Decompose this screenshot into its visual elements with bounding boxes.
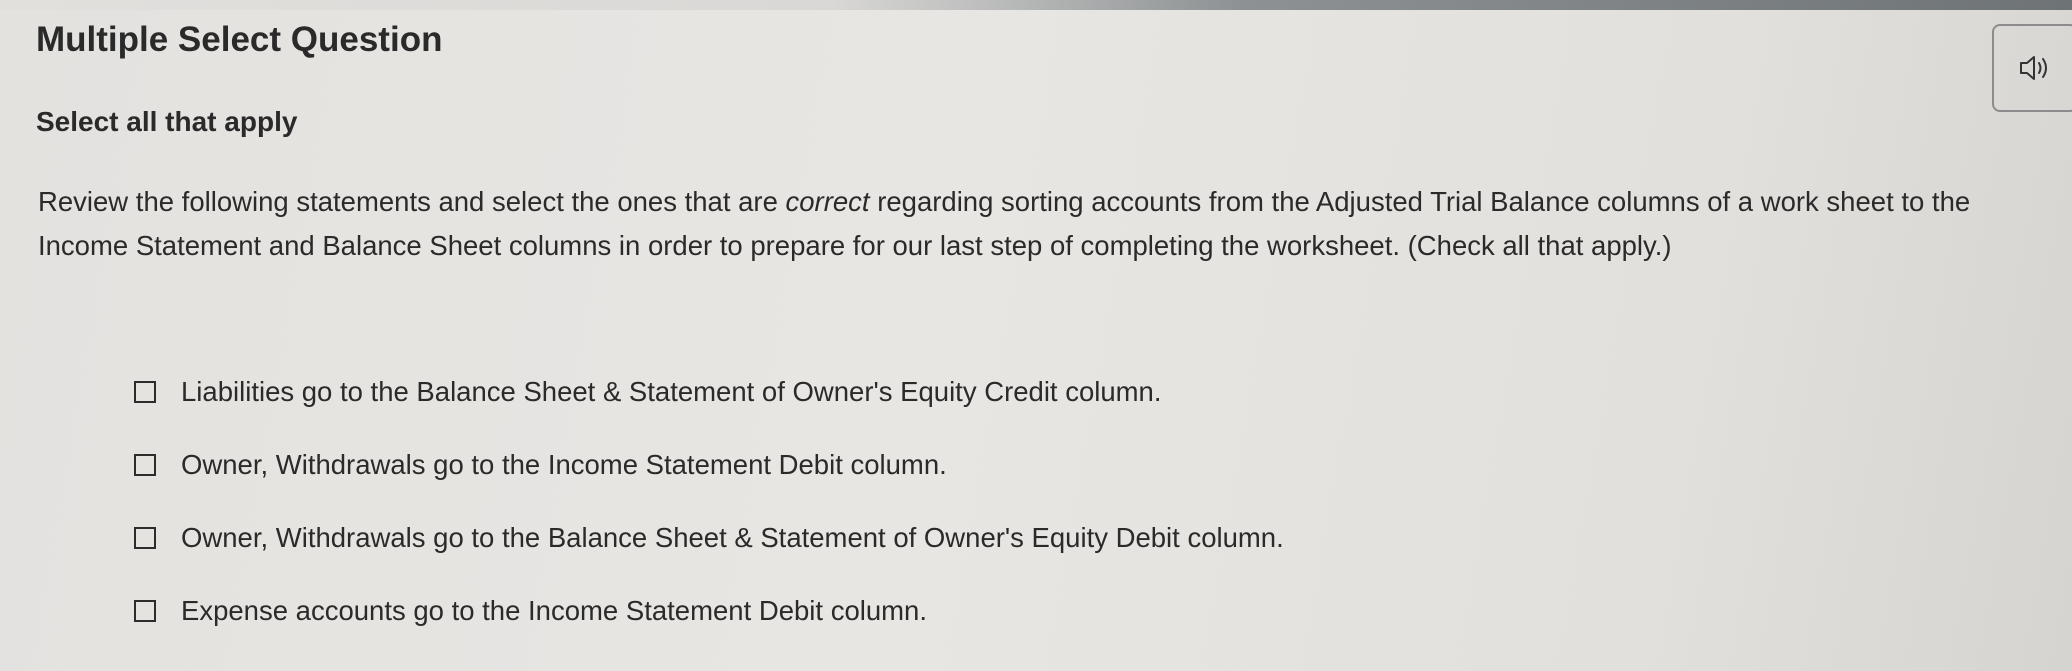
option-checkbox[interactable]	[134, 527, 156, 549]
option-checkbox[interactable]	[134, 600, 156, 622]
option-checkbox[interactable]	[134, 381, 156, 403]
question-instruction: Select all that apply	[36, 106, 298, 137]
question-title: Multiple Select Question	[36, 20, 443, 59]
prompt-text-start: Review the following statements and sele…	[38, 186, 786, 217]
answer-options-list: Liabilities go to the Balance Sheet & St…	[134, 374, 1284, 666]
answer-option[interactable]: Owner, Withdrawals go to the Balance She…	[134, 520, 1284, 556]
option-label: Owner, Withdrawals go to the Income Stat…	[181, 449, 947, 480]
answer-option[interactable]: Expense accounts go to the Income Statem…	[134, 593, 1284, 629]
prompt-emphasis: correct	[785, 186, 870, 217]
top-border-strip	[0, 0, 2072, 10]
read-aloud-button[interactable]	[1992, 24, 2072, 112]
option-label: Expense accounts go to the Income Statem…	[181, 595, 927, 626]
answer-option[interactable]: Owner, Withdrawals go to the Income Stat…	[134, 447, 1284, 483]
option-label: Owner, Withdrawals go to the Balance She…	[181, 522, 1284, 553]
speaker-icon	[2018, 53, 2052, 83]
option-checkbox[interactable]	[134, 454, 156, 476]
option-label: Liabilities go to the Balance Sheet & St…	[181, 376, 1162, 407]
answer-option[interactable]: Liabilities go to the Balance Sheet & St…	[134, 374, 1284, 410]
question-prompt: Review the following statements and sele…	[38, 180, 2058, 268]
